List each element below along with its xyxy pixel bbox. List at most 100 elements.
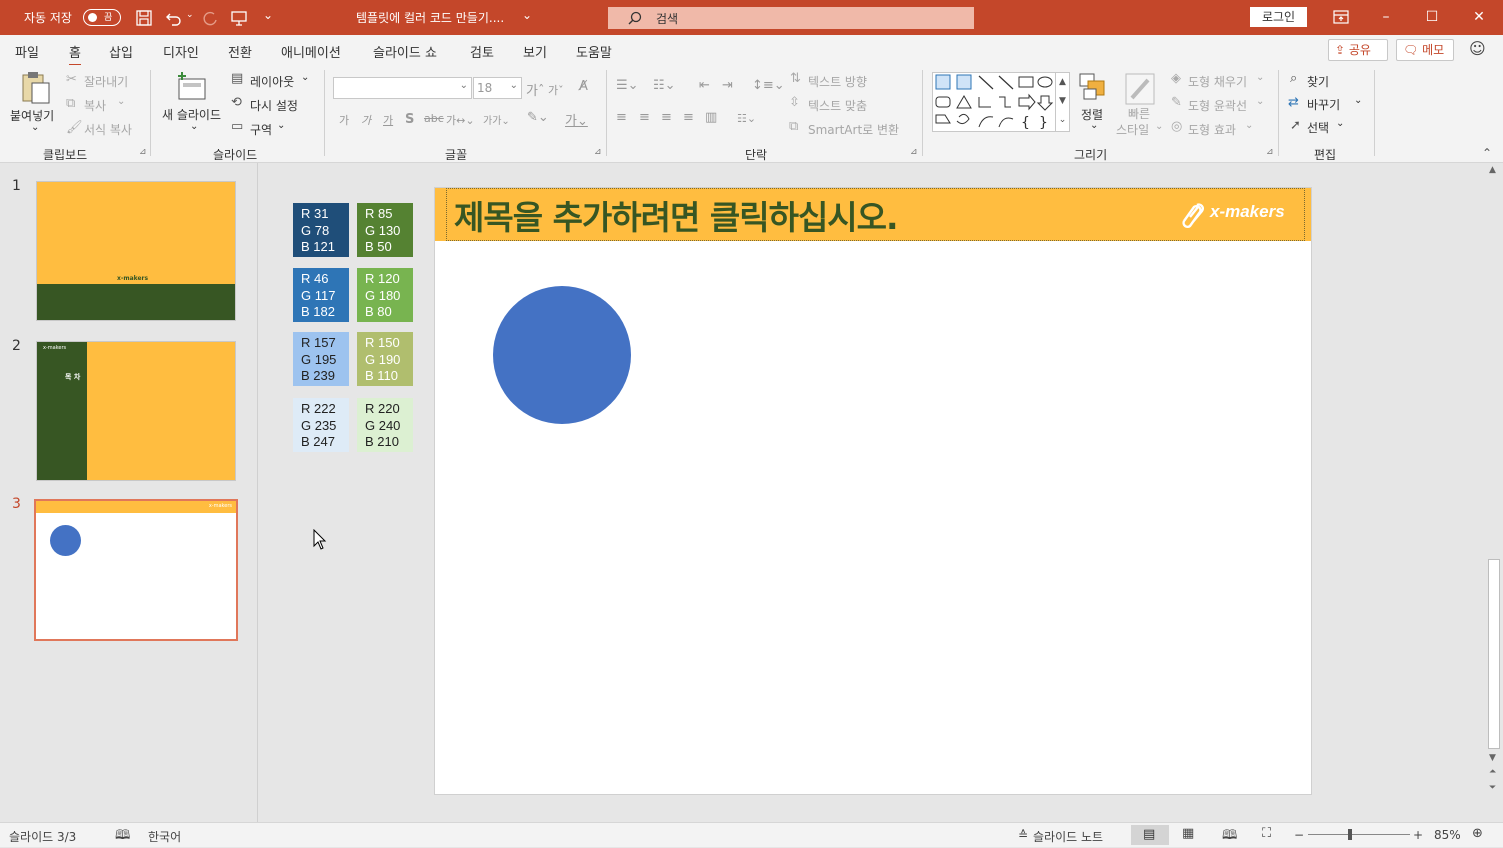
- quick-styles-dropdown-icon[interactable]: ⌄: [1155, 121, 1163, 132]
- color-swatch[interactable]: R 220 G 240 B 210: [357, 398, 413, 452]
- tab-help[interactable]: 도움말: [576, 42, 612, 61]
- zoom-in-button[interactable]: +: [1413, 828, 1423, 842]
- smartart-label[interactable]: SmartArt로 변환: [808, 121, 899, 138]
- circle-shape[interactable]: [493, 286, 631, 424]
- copy-label[interactable]: 복사: [84, 97, 106, 114]
- ribbon-display-options-icon[interactable]: [1333, 10, 1349, 24]
- login-button[interactable]: 로그인: [1250, 7, 1307, 27]
- copy-dropdown-icon[interactable]: ⌄: [117, 96, 125, 107]
- replace-label[interactable]: 바꾸기: [1307, 96, 1340, 113]
- character-spacing-icon[interactable]: 가↔⌄: [446, 112, 475, 128]
- align-distribute-icon[interactable]: ☷⌄: [737, 112, 756, 125]
- align-left-icon[interactable]: ≡: [616, 110, 627, 125]
- shape-effects-label[interactable]: 도형 효과: [1188, 121, 1236, 138]
- slideshow-view-icon[interactable]: ⛶: [1262, 826, 1271, 841]
- color-swatch[interactable]: R 31 G 78 B 121: [293, 203, 349, 257]
- color-swatch[interactable]: R 150 G 190 B 110: [357, 332, 413, 386]
- zoom-slider[interactable]: [1308, 834, 1410, 835]
- autosave-toggle[interactable]: 끔: [83, 9, 121, 26]
- shape-fill-dropdown-icon[interactable]: ⌄: [1256, 72, 1264, 83]
- quick-styles-label-2[interactable]: 스타일: [1116, 121, 1149, 138]
- zoom-out-button[interactable]: −: [1294, 828, 1304, 842]
- align-text-label[interactable]: 텍스트 맞춤: [808, 97, 867, 114]
- decrease-indent-icon[interactable]: ⇤: [699, 78, 710, 93]
- increase-indent-icon[interactable]: ⇥: [722, 78, 733, 93]
- close-icon[interactable]: ✕: [1456, 0, 1502, 35]
- color-swatch[interactable]: R 85 G 130 B 50: [357, 203, 413, 257]
- reset-label[interactable]: 다시 설정: [250, 97, 298, 114]
- select-dropdown-icon[interactable]: ⌄: [1336, 118, 1344, 129]
- save-icon[interactable]: [136, 10, 152, 26]
- text-direction-label[interactable]: 텍스트 방향: [808, 73, 867, 90]
- previous-slide-icon[interactable]: ⏶: [1489, 767, 1496, 777]
- find-label[interactable]: 찾기: [1307, 73, 1329, 90]
- gallery-scroll-icon[interactable]: ▲ ▼ ⌄: [1055, 73, 1069, 131]
- shape-effects-dropdown-icon[interactable]: ⌄: [1245, 120, 1253, 131]
- font-name-dropdown[interactable]: ⌄: [333, 77, 472, 99]
- format-painter-label[interactable]: 서식 복사: [84, 121, 132, 138]
- start-presentation-icon[interactable]: [231, 10, 247, 26]
- italic-icon[interactable]: 가: [361, 112, 371, 128]
- reading-view-icon[interactable]: 🕮: [1222, 826, 1237, 848]
- maximize-icon[interactable]: ☐: [1409, 0, 1455, 35]
- scroll-up-icon[interactable]: ▲: [1489, 165, 1496, 175]
- line-spacing-icon[interactable]: ↕≡⌄: [752, 78, 785, 93]
- slide-sorter-icon[interactable]: ▦: [1182, 826, 1194, 841]
- clipboard-launcher-icon[interactable]: ⊿: [139, 147, 147, 157]
- accessibility-icon[interactable]: 🕮: [115, 826, 130, 848]
- bold-icon[interactable]: 가: [339, 112, 349, 128]
- font-size-dropdown[interactable]: 18 ⌄: [473, 77, 522, 99]
- tab-insert[interactable]: 삽입: [109, 42, 133, 61]
- replace-dropdown-icon[interactable]: ⌄: [1354, 95, 1362, 106]
- quick-styles-icon[interactable]: [1124, 72, 1156, 106]
- layout-label[interactable]: 레이아웃: [250, 73, 294, 90]
- layout-dropdown-icon[interactable]: ⌄: [301, 72, 309, 83]
- clear-formatting-icon[interactable]: A̸: [579, 79, 588, 94]
- strikethrough-icon[interactable]: abc: [424, 112, 444, 125]
- search-box[interactable]: 검색: [608, 7, 974, 29]
- shape-outline-dropdown-icon[interactable]: ⌄: [1256, 96, 1264, 107]
- underline-icon[interactable]: 가: [383, 112, 393, 128]
- paste-dropdown-icon[interactable]: ⌄: [31, 122, 39, 133]
- color-swatch[interactable]: R 46 G 117 B 182: [293, 268, 349, 322]
- highlight-icon[interactable]: ✎⌄: [527, 110, 549, 125]
- language-indicator[interactable]: 한국어: [148, 828, 181, 845]
- scroll-down-icon[interactable]: ▼: [1489, 753, 1496, 763]
- shape-fill-label[interactable]: 도형 채우기: [1188, 73, 1247, 90]
- title-dropdown-icon[interactable]: ⌄: [522, 8, 532, 22]
- font-color-icon[interactable]: 가⌄: [565, 110, 588, 129]
- increase-font-size-icon[interactable]: 가ˆ: [526, 80, 544, 99]
- tab-review[interactable]: 검토: [470, 42, 494, 61]
- select-label[interactable]: 선택: [1307, 119, 1329, 136]
- tab-file[interactable]: 파일: [15, 42, 39, 61]
- tab-transitions[interactable]: 전환: [228, 42, 252, 61]
- new-slide-dropdown-icon[interactable]: ⌄: [190, 121, 198, 132]
- paste-icon[interactable]: [20, 71, 52, 105]
- arrange-dropdown-icon[interactable]: ⌄: [1090, 120, 1098, 131]
- new-slide-icon[interactable]: [176, 71, 208, 101]
- arrange-icon[interactable]: [1078, 72, 1108, 102]
- columns-icon[interactable]: ▥: [705, 110, 717, 125]
- undo-icon[interactable]: [165, 10, 183, 26]
- tab-home[interactable]: 홈: [69, 42, 81, 67]
- decrease-font-size-icon[interactable]: 가ˇ: [548, 82, 564, 98]
- tab-view[interactable]: 보기: [523, 42, 547, 61]
- slide-thumbnail-2[interactable]: x-makers 목 차: [36, 341, 236, 481]
- vertical-scrollbar[interactable]: ▲ ▼ ⏶ ⏷: [1485, 163, 1503, 822]
- bullets-icon[interactable]: ☰⌄: [616, 78, 639, 93]
- slide-thumbnail-3[interactable]: x-makers: [34, 499, 238, 641]
- tab-design[interactable]: 디자인: [163, 42, 199, 61]
- justify-icon[interactable]: ≡: [683, 110, 694, 125]
- cut-label[interactable]: 잘라내기: [84, 73, 128, 90]
- minimize-icon[interactable]: –: [1363, 0, 1409, 35]
- change-case-icon[interactable]: 가가⌄: [483, 112, 510, 127]
- drawing-launcher-icon[interactable]: ⊿: [1266, 147, 1274, 157]
- notes-button[interactable]: 슬라이드 노트: [1033, 828, 1103, 845]
- title-placeholder[interactable]: 제목을 추가하려면 클릭하십시오.: [446, 188, 1305, 241]
- tab-slideshow[interactable]: 슬라이드 쇼: [373, 42, 437, 61]
- numbering-icon[interactable]: ☷⌄: [653, 78, 676, 93]
- collapse-ribbon-icon[interactable]: ⌃: [1482, 146, 1492, 160]
- section-dropdown-icon[interactable]: ⌄: [277, 120, 285, 131]
- color-swatch[interactable]: R 120 G 180 B 80: [357, 268, 413, 322]
- font-launcher-icon[interactable]: ⊿: [594, 147, 602, 157]
